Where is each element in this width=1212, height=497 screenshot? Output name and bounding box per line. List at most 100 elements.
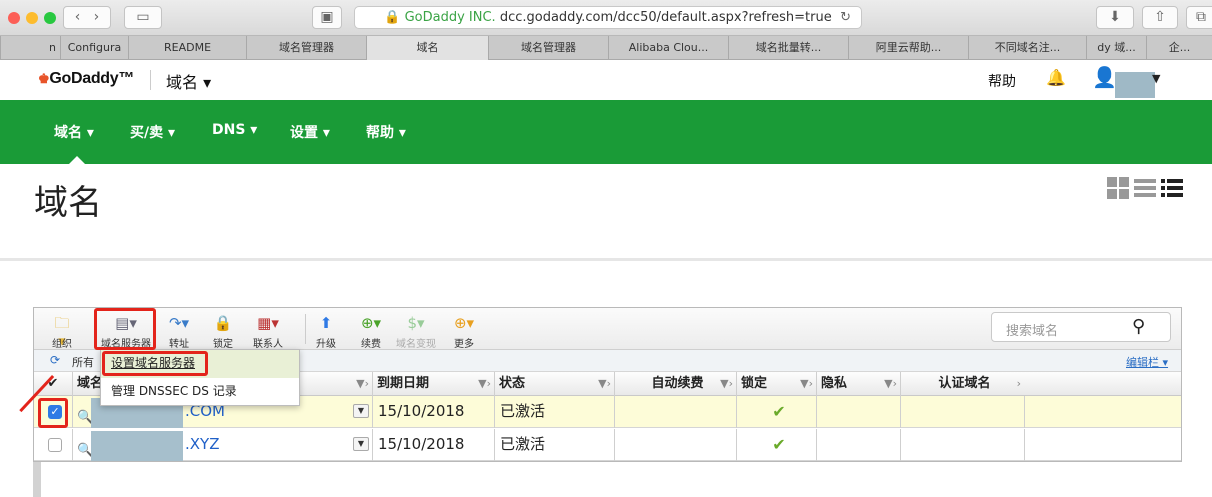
- col-auto-renew[interactable]: 自动续费 ▼›: [614, 372, 736, 396]
- edit-columns-link[interactable]: 编辑栏 ▾: [1126, 354, 1168, 370]
- tab[interactable]: 企...: [1146, 36, 1212, 60]
- status-cell: 已激活: [494, 429, 614, 461]
- empty-cell: [1024, 396, 1181, 428]
- menu-item-manage-dnssec[interactable]: 管理 DNSSEC DS 记录: [101, 378, 299, 406]
- expires-cell: 15/10/2018: [372, 396, 494, 428]
- tab[interactable]: README: [128, 36, 246, 60]
- tab[interactable]: Alibaba Clou...: [608, 36, 728, 60]
- tab[interactable]: 域名管理器: [488, 36, 608, 60]
- toolbar-divider: [305, 314, 306, 344]
- nav-settings[interactable]: 设置 ▾: [290, 122, 330, 142]
- lock-cell: ✔: [736, 396, 816, 428]
- forward-icon: ↷▾: [168, 314, 190, 332]
- col-expires[interactable]: 到期日期 ▼›: [372, 372, 494, 396]
- contact-card-icon: ▦▾: [257, 314, 279, 332]
- nav-help[interactable]: 帮助 ▾: [366, 122, 406, 142]
- upgrade-button[interactable]: ⬆ 升级: [312, 314, 340, 350]
- address-bar[interactable]: 🔒 GoDaddy INC. dcc.godaddy.com/dcc50/def…: [354, 6, 862, 29]
- nav-dns[interactable]: DNS ▾: [212, 122, 257, 138]
- downloads-icon[interactable]: ⬇: [1096, 6, 1134, 29]
- sidebar-icon[interactable]: ▭: [124, 6, 162, 29]
- renew-icon: ⊕▾: [360, 314, 382, 332]
- back-forward-buttons[interactable]: ‹ ›: [63, 6, 111, 29]
- tab-active[interactable]: 域名: [366, 36, 488, 60]
- help-link[interactable]: 帮助: [988, 71, 1016, 91]
- filter-icon[interactable]: ▼›: [720, 372, 733, 395]
- filter-icon[interactable]: ▼›: [598, 372, 611, 395]
- col-status[interactable]: 状态 ▼›: [494, 372, 614, 396]
- share-icon[interactable]: ⇧: [1142, 6, 1178, 29]
- lock-cell: ✔: [736, 429, 816, 461]
- checkmark-icon: ✔: [772, 402, 786, 421]
- auto-renew-cell: [614, 429, 736, 461]
- table-row[interactable]: 🔍 .XYZ ▼ 15/10/2018 已激活 ✔: [34, 429, 1181, 461]
- grid-view-icon[interactable]: [1107, 177, 1129, 199]
- divider: [0, 258, 1212, 261]
- refresh-icon[interactable]: ⟳: [50, 353, 60, 367]
- main-nav: 域名 ▾ 买/卖 ▾ DNS ▾ 设置 ▾ 帮助 ▾: [0, 100, 1212, 164]
- product-menu[interactable]: 域名 ▾: [166, 69, 211, 93]
- search-icon[interactable]: ⚲: [1132, 316, 1145, 337]
- filter-icon[interactable]: ▼›: [356, 372, 369, 395]
- zoom-window-icon[interactable]: [44, 12, 56, 24]
- tab-bar: n Configura README 域名管理器 域名 域名管理器 Alibab…: [0, 36, 1212, 60]
- nav-buy-sell[interactable]: 买/卖 ▾: [130, 122, 175, 142]
- domain-link[interactable]: .XYZ: [185, 429, 219, 460]
- row-checkbox[interactable]: [48, 438, 62, 452]
- minimize-window-icon[interactable]: [26, 12, 38, 24]
- tab[interactable]: Configura: [60, 36, 128, 60]
- filter-icon[interactable]: ▼›: [478, 372, 491, 395]
- row-menu-button[interactable]: ▼: [353, 404, 369, 418]
- bell-icon[interactable]: 🔔: [1046, 68, 1066, 87]
- domain-redacted: [91, 431, 183, 461]
- checkmark-icon: ✔: [772, 435, 786, 454]
- filter-all[interactable]: 所有: [72, 354, 94, 370]
- header-divider: [150, 70, 151, 90]
- tab[interactable]: n: [0, 36, 60, 60]
- money-icon: $▾: [407, 314, 425, 332]
- nav-active-indicator: [69, 156, 85, 164]
- tab[interactable]: dy 域...: [1086, 36, 1146, 60]
- filter-icon[interactable]: ▼›: [800, 372, 813, 395]
- nav-domains[interactable]: 域名 ▾: [54, 122, 94, 142]
- tab[interactable]: 域名管理器: [246, 36, 366, 60]
- search-input[interactable]: 搜索域名 ⚲: [991, 312, 1171, 342]
- contacts-button[interactable]: ▦▾ 联系人: [248, 314, 288, 350]
- folder-icon: 🗀▾: [54, 314, 70, 350]
- list-view-icon[interactable]: [1134, 177, 1156, 199]
- tabs-icon[interactable]: ⧉: [1186, 6, 1212, 29]
- browser-toolbar: ‹ › ▭ ▣ 🔒 GoDaddy INC. dcc.godaddy.com/d…: [0, 0, 1212, 36]
- col-lock[interactable]: 锁定 ▼›: [736, 372, 816, 396]
- organize-button[interactable]: 🗀▾ 组织: [44, 314, 80, 350]
- more-button[interactable]: ⊕▾ 更多: [446, 314, 482, 350]
- more-icon: ⊕▾: [453, 314, 475, 332]
- reload-icon[interactable]: ↻: [840, 7, 851, 29]
- col-privacy[interactable]: 隐私 ▼›: [816, 372, 900, 396]
- auto-renew-cell: [614, 396, 736, 428]
- user-icon[interactable]: 👤: [1092, 65, 1117, 89]
- close-window-icon[interactable]: [8, 12, 20, 24]
- detail-view-icon[interactable]: [1161, 177, 1183, 199]
- upgrade-icon: ⬆: [319, 314, 333, 332]
- col-certified[interactable]: 认证域名 ›: [900, 372, 1024, 396]
- tab[interactable]: 域名批量转...: [728, 36, 848, 60]
- monetize-button[interactable]: $▾ 域名变现: [396, 314, 436, 350]
- tab[interactable]: 不同域名注...: [968, 36, 1086, 60]
- forward-button[interactable]: ↷▾ 转址: [162, 314, 196, 350]
- chevron-down-icon[interactable]: ▼: [1152, 72, 1160, 85]
- renew-button[interactable]: ⊕▾ 续费: [354, 314, 388, 350]
- highlight-box: [94, 308, 156, 350]
- highlight-box: [102, 351, 208, 376]
- page-title: 域名: [34, 183, 102, 223]
- row-menu-button[interactable]: ▼: [353, 437, 369, 451]
- username-redacted: [1115, 72, 1155, 98]
- godaddy-logo[interactable]: ♚GoDaddy™: [38, 70, 134, 88]
- reader-icon[interactable]: ▣: [312, 6, 342, 29]
- privacy-cell: [816, 396, 900, 428]
- empty-cell: [1024, 429, 1181, 461]
- lock-button[interactable]: 🔒 锁定: [208, 314, 238, 350]
- filter-icon[interactable]: ›: [1017, 372, 1021, 395]
- tab[interactable]: 阿里云帮助...: [848, 36, 968, 60]
- status-cell: 已激活: [494, 396, 614, 428]
- filter-icon[interactable]: ▼›: [884, 372, 897, 395]
